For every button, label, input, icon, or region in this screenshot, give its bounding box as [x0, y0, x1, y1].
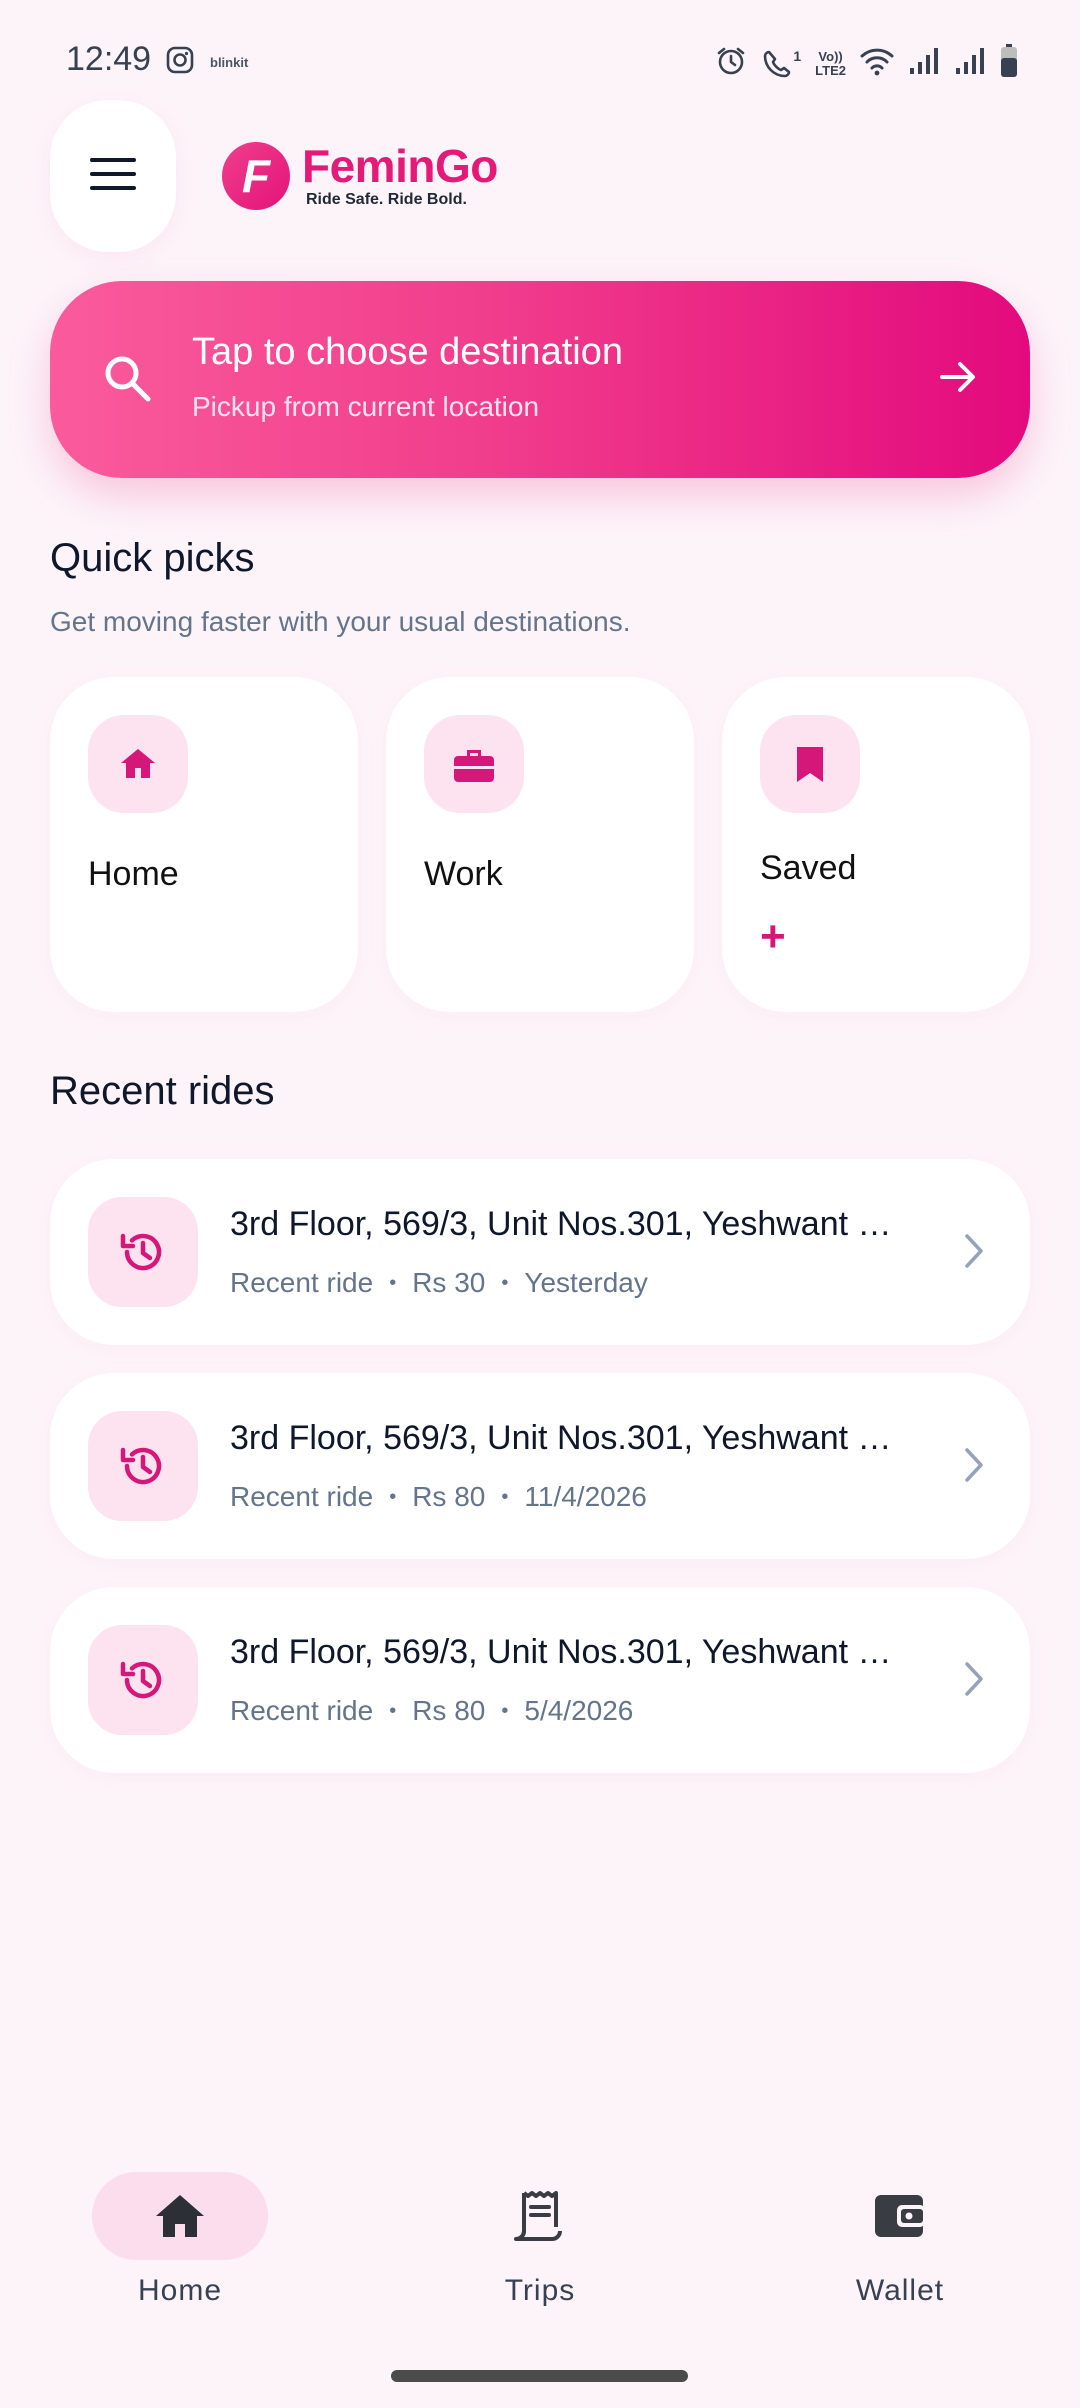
nav-label: Home	[137, 2274, 223, 2307]
sim-badge: 1	[793, 47, 802, 64]
wifi-calling-icon: 1	[761, 48, 801, 80]
chevron-right-icon	[962, 1659, 986, 1704]
instagram-icon	[166, 46, 194, 79]
ride-address: 3rd Floor, 569/3, Unit Nos.301, Yeshwant…	[230, 1633, 910, 1671]
arrow-right-icon	[938, 357, 978, 402]
add-saved-place-button[interactable]: +	[760, 915, 786, 959]
ride-type: Recent ride	[230, 1267, 374, 1298]
quick-pick-label: Saved	[760, 849, 857, 887]
signal-icon	[908, 46, 940, 81]
search-icon	[100, 351, 156, 412]
recent-ride-item[interactable]: 3rd Floor, 569/3, Unit Nos.301, Yeshwant…	[50, 1587, 1030, 1773]
separator: •	[501, 1485, 509, 1508]
status-bar: 12:49 blinkit 1 Vo)) LTE2	[0, 0, 1080, 128]
quick-pick-home[interactable]: Home	[50, 677, 358, 1012]
ride-type: Recent ride	[230, 1695, 374, 1726]
bottom-navigation: Home Trips Wallet	[0, 2160, 1080, 2360]
ride-date: Yesterday	[524, 1267, 648, 1298]
separator: •	[389, 1271, 397, 1294]
ride-date: 11/4/2026	[524, 1481, 647, 1512]
separator: •	[501, 1271, 509, 1294]
recent-ride-item[interactable]: 3rd Floor, 569/3, Unit Nos.301, Yeshwant…	[50, 1373, 1030, 1559]
history-icon	[88, 1411, 198, 1521]
volte-badge: Vo)) LTE2	[815, 48, 846, 78]
nav-label: Wallet	[855, 2274, 945, 2307]
ride-date: 5/4/2026	[524, 1695, 634, 1726]
quick-pick-work[interactable]: Work	[386, 677, 694, 1012]
history-icon	[88, 1197, 198, 1307]
app-tagline: Ride Safe. Ride Bold.	[306, 191, 467, 208]
home-indicator[interactable]	[391, 2370, 688, 2382]
ride-meta: Recent ride • Rs 80 • 5/4/2026	[230, 1695, 633, 1727]
ride-meta: Recent ride • Rs 80 • 11/4/2026	[230, 1481, 647, 1513]
quick-pick-label: Home	[88, 855, 179, 893]
hamburger-icon	[90, 157, 136, 196]
quick-pick-label: Work	[424, 855, 503, 893]
nav-label: Trips	[504, 2274, 576, 2307]
quick-picks-subtitle: Get moving faster with your usual destin…	[50, 606, 631, 637]
ride-price: Rs 30	[412, 1267, 486, 1298]
quick-picks-list: Home Work Saved +	[50, 677, 1030, 1012]
quick-picks-title: Quick picks	[50, 536, 255, 580]
alarm-icon	[715, 45, 747, 82]
search-title: Tap to choose destination	[192, 331, 623, 373]
quick-pick-saved[interactable]: Saved +	[722, 677, 1030, 1012]
search-subtitle: Pickup from current location	[192, 391, 540, 422]
ride-type: Recent ride	[230, 1481, 374, 1512]
wallet-icon	[812, 2172, 988, 2260]
bookmark-icon	[760, 715, 860, 813]
battery-icon	[1000, 44, 1018, 83]
receipt-icon	[452, 2172, 628, 2260]
status-time: 12:49	[66, 40, 152, 78]
app-logo: F FeminGo Ride Safe. Ride Bold.	[222, 142, 498, 210]
ride-address: 3rd Floor, 569/3, Unit Nos.301, Yeshwant…	[230, 1419, 910, 1457]
history-icon	[88, 1625, 198, 1735]
recent-rides-title: Recent rides	[50, 1069, 275, 1113]
app-name: FeminGo	[302, 140, 498, 192]
briefcase-icon	[424, 715, 524, 813]
chevron-right-icon	[962, 1231, 986, 1276]
menu-button[interactable]	[50, 100, 176, 252]
ride-price: Rs 80	[412, 1695, 486, 1726]
home-icon	[88, 715, 188, 813]
blinkit-notification: blinkit	[210, 55, 249, 70]
nav-wallet[interactable]: Wallet	[780, 2160, 1020, 2308]
ride-meta: Recent ride • Rs 30 • Yesterday	[230, 1267, 648, 1299]
ride-address: 3rd Floor, 569/3, Unit Nos.301, Yeshwant…	[230, 1205, 910, 1243]
nav-trips[interactable]: Trips	[420, 2160, 660, 2308]
separator: •	[389, 1485, 397, 1508]
nav-home[interactable]: Home	[60, 2160, 300, 2308]
recent-ride-item[interactable]: 3rd Floor, 569/3, Unit Nos.301, Yeshwant…	[50, 1159, 1030, 1345]
wifi-icon	[860, 46, 894, 81]
separator: •	[389, 1699, 397, 1722]
ride-price: Rs 80	[412, 1481, 486, 1512]
logo-mark: F	[222, 142, 290, 210]
signal-icon-2	[954, 46, 986, 81]
destination-search-button[interactable]: Tap to choose destination Pickup from cu…	[50, 281, 1030, 478]
chevron-right-icon	[962, 1445, 986, 1490]
home-icon	[92, 2172, 268, 2260]
separator: •	[501, 1699, 509, 1722]
